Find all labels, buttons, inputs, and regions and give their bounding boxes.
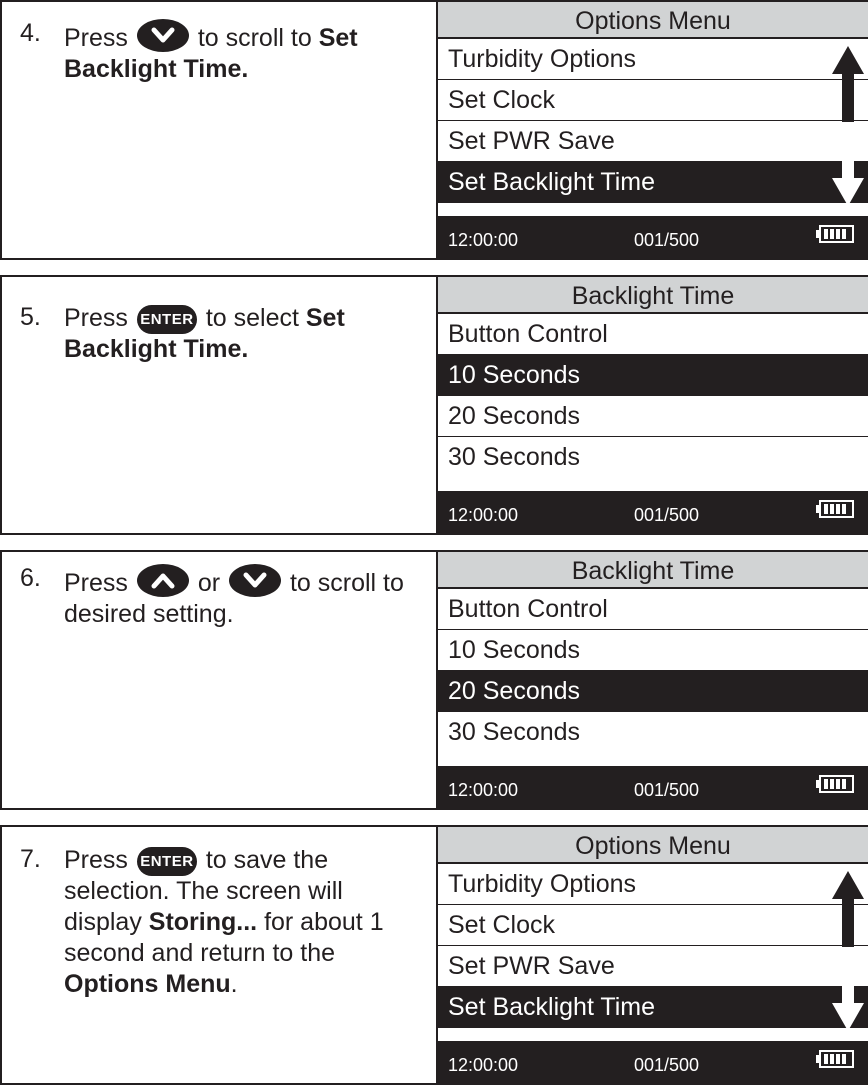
record-count: 001/500 (634, 1055, 700, 1075)
screen-title: Options Menu (438, 0, 868, 39)
clock-time: 12:00:00 (448, 230, 519, 250)
menu-item[interactable]: Button Control (438, 589, 868, 630)
device-screen: Backlight Time Button Control 10 Seconds… (436, 550, 868, 810)
instruction-text-part: Press (64, 24, 128, 52)
enter-button-icon: ENTER (136, 847, 197, 876)
screen-title: Options Menu (438, 825, 868, 864)
battery-icon (816, 1050, 854, 1073)
instruction-text-part: Press (64, 569, 128, 597)
device-screen: Options Menu Turbidity Options Set Clock… (436, 0, 868, 260)
instruction-bold-text: Storing... (148, 908, 258, 936)
scroll-down-arrow-icon (828, 951, 868, 1038)
step-4: 4. Press to scroll to Set Backlight Time… (0, 0, 868, 260)
menu-item[interactable]: 20 Seconds (438, 396, 868, 437)
step-7: 7. Press ENTER to save the selection. Th… (0, 825, 868, 1085)
menu-item[interactable]: Set Clock (438, 80, 868, 121)
status-bar: 12:00:00 001/500 (438, 1041, 868, 1085)
instruction-text: Press or to scroll to desired setting. (64, 564, 434, 630)
instruction-text: Press ENTER to save the selection. The s… (64, 845, 394, 1000)
step-number: 6. (20, 564, 41, 592)
instruction-bold-text: Options Menu (64, 970, 231, 998)
device-screen: Backlight Time Button Control 10 Seconds… (436, 275, 868, 535)
record-count: 001/500 (634, 505, 700, 525)
instruction-text: Press ENTER to select Set Backlight Time… (64, 303, 424, 365)
instruction-panel: 6. Press or to scroll to desired setting… (2, 552, 436, 808)
scroll-up-arrow-icon (828, 44, 868, 129)
screen-title: Backlight Time (438, 275, 868, 314)
step-number: 4. (20, 19, 41, 47)
menu-item[interactable]: Set PWR Save (438, 121, 868, 162)
clock-time: 12:00:00 (448, 505, 519, 525)
step-number: 7. (20, 845, 41, 873)
clock-time: 12:00:00 (448, 1055, 519, 1075)
scroll-down-arrow-icon (828, 126, 868, 213)
instruction-panel: 7. Press ENTER to save the selection. Th… (2, 827, 436, 1083)
menu-item[interactable]: 30 Seconds (438, 712, 868, 753)
status-bar: 12:00:00 001/500 (438, 216, 868, 260)
record-count: 001/500 (634, 230, 700, 250)
record-count: 001/500 (634, 780, 700, 800)
menu-item[interactable]: 10 Seconds (438, 630, 868, 671)
clock-time: 12:00:00 (448, 780, 519, 800)
menu-item-selected[interactable]: Set Backlight Time (438, 162, 868, 203)
instruction-text-part: or (197, 569, 221, 597)
step-number: 5. (20, 303, 41, 331)
instruction-text: Press to scroll to Set Backlight Time. (64, 19, 424, 85)
screen-title: Backlight Time (438, 550, 868, 589)
menu-item[interactable]: Set Clock (438, 905, 868, 946)
instruction-text-part: Press (64, 304, 128, 332)
battery-icon (816, 775, 854, 798)
battery-icon (816, 225, 854, 248)
step-5: 5. Press ENTER to select Set Backlight T… (0, 275, 868, 535)
instruction-text-part: to scroll to (197, 24, 312, 52)
menu-item-selected[interactable]: Set Backlight Time (438, 987, 868, 1028)
menu-item-selected[interactable]: 10 Seconds (438, 355, 868, 396)
status-bar: 12:00:00 001/500 (438, 766, 868, 810)
down-arrow-button-icon (229, 564, 281, 597)
instruction-text-part: to select (205, 304, 299, 332)
step-6: 6. Press or to scroll to desired setting… (0, 550, 868, 810)
menu-item[interactable]: Turbidity Options (438, 39, 868, 80)
status-bar: 12:00:00 001/500 (438, 491, 868, 535)
instruction-text-part: Press (64, 846, 128, 874)
enter-button-icon: ENTER (136, 305, 197, 334)
instruction-panel: 5. Press ENTER to select Set Backlight T… (2, 277, 436, 533)
battery-icon (816, 500, 854, 523)
menu-item-selected[interactable]: 20 Seconds (438, 671, 868, 712)
menu-item[interactable]: Button Control (438, 314, 868, 355)
instruction-text-part: . (230, 970, 238, 998)
device-screen: Options Menu Turbidity Options Set Clock… (436, 825, 868, 1085)
instruction-panel: 4. Press to scroll to Set Backlight Time… (2, 2, 436, 258)
down-arrow-button-icon (136, 19, 189, 52)
menu-item[interactable]: Set PWR Save (438, 946, 868, 987)
menu-item[interactable]: 30 Seconds (438, 437, 868, 478)
menu-item[interactable]: Turbidity Options (438, 864, 868, 905)
up-arrow-button-icon (136, 564, 189, 597)
scroll-up-arrow-icon (828, 869, 868, 954)
